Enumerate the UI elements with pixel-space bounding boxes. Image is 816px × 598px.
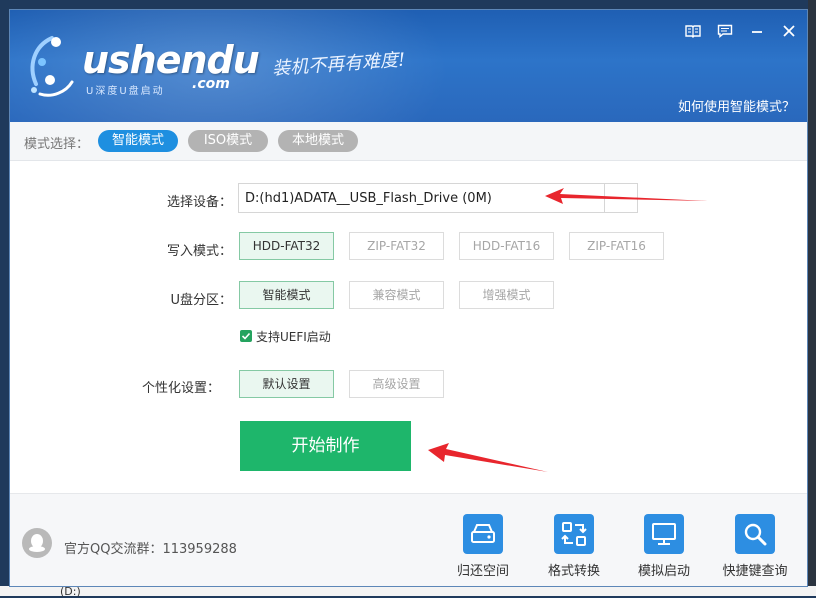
personal-advanced[interactable]: 高级设置 (349, 370, 444, 398)
monitor-icon (644, 514, 684, 554)
write-mode-hdd-fat32[interactable]: HDD-FAT32 (239, 232, 334, 260)
mode-selector-bar: 模式选择： 智能模式 ISO模式 本地模式 (10, 122, 807, 161)
desktop-taskbar-strip: (D:) (0, 585, 816, 598)
tab-local-mode[interactable]: 本地模式 (278, 130, 358, 152)
minimize-icon (752, 31, 762, 33)
tab-iso-mode[interactable]: ISO模式 (188, 130, 268, 152)
book-icon (685, 25, 701, 38)
smart-mode-help-link[interactable]: 如何使用智能模式？ (678, 96, 795, 115)
minimize-button[interactable] (745, 20, 769, 42)
check-icon (240, 330, 252, 342)
partition-enhanced[interactable]: 增强模式 (459, 281, 554, 309)
message-icon (717, 24, 733, 38)
close-icon (783, 25, 795, 37)
desktop-edge (808, 0, 816, 596)
tool-format-convert[interactable]: 格式转换 (534, 514, 614, 579)
logo-swirl-icon (30, 36, 74, 97)
qq-group-text: 官方QQ交流群：113959288 (64, 542, 237, 557)
tool-simulate-boot[interactable]: 模拟启动 (624, 514, 704, 579)
tool-hotkey-lookup-label: 快捷键查询 (722, 564, 788, 579)
footer-bar: 官方QQ交流群：113959288 归还空间 格式转换 模拟启动 快捷键查询 (10, 493, 807, 586)
personal-default[interactable]: 默认设置 (239, 370, 334, 398)
app-window: ushendu U深度U盘启动 .com 装机不再有难度! 如何使用智能模式？ … (9, 9, 808, 587)
logo-subtitle: U深度U盘启动 (86, 86, 165, 97)
device-select-value: D:(hd1)ADATA__USB_Flash_Drive (0M) (245, 191, 492, 206)
search-icon (735, 514, 775, 554)
partition-smart[interactable]: 智能模式 (239, 281, 334, 309)
tool-hotkey-lookup[interactable]: 快捷键查询 (715, 514, 795, 579)
device-dropdown-button[interactable] (604, 184, 637, 212)
logo-domain: .com (192, 76, 230, 92)
partition-label: U盘分区： (170, 293, 232, 308)
device-select[interactable]: D:(hd1)ADATA__USB_Flash_Drive (0M) (238, 183, 638, 213)
write-mode-zip-fat16[interactable]: ZIP-FAT16 (569, 232, 664, 260)
write-mode-hdd-fat16[interactable]: HDD-FAT16 (459, 232, 554, 260)
tool-reclaim-space-label: 归还空间 (456, 564, 509, 579)
tab-smart-mode[interactable]: 智能模式 (98, 130, 178, 152)
window-controls (681, 20, 801, 42)
manual-button[interactable] (681, 20, 705, 42)
mode-selector-label: 模式选择： (24, 137, 90, 152)
feedback-button[interactable] (713, 20, 737, 42)
tool-simulate-boot-label: 模拟启动 (637, 564, 690, 579)
logo-text: ushendu (82, 38, 260, 82)
qq-icon (22, 528, 52, 558)
write-mode-zip-fat32[interactable]: ZIP-FAT32 (349, 232, 444, 260)
write-mode-label: 写入模式： (166, 244, 232, 259)
convert-icon (554, 514, 594, 554)
device-label: 选择设备： (166, 195, 232, 210)
app-logo: ushendu U深度U盘启动 .com (22, 32, 262, 102)
uefi-checkbox-label: 支持UEFI启动 (256, 329, 331, 344)
close-button[interactable] (777, 20, 801, 42)
partition-compatible[interactable]: 兼容模式 (349, 281, 444, 309)
uefi-checkbox[interactable]: 支持UEFI启动 (240, 328, 331, 344)
start-button[interactable]: 开始制作 (240, 421, 411, 471)
personalization-label: 个性化设置： (141, 381, 220, 396)
tool-format-convert-label: 格式转换 (547, 564, 600, 579)
app-header: ushendu U深度U盘启动 .com 装机不再有难度! 如何使用智能模式？ (10, 10, 807, 122)
tool-reclaim-space[interactable]: 归还空间 (443, 514, 523, 579)
hard-drive-icon (463, 514, 503, 554)
